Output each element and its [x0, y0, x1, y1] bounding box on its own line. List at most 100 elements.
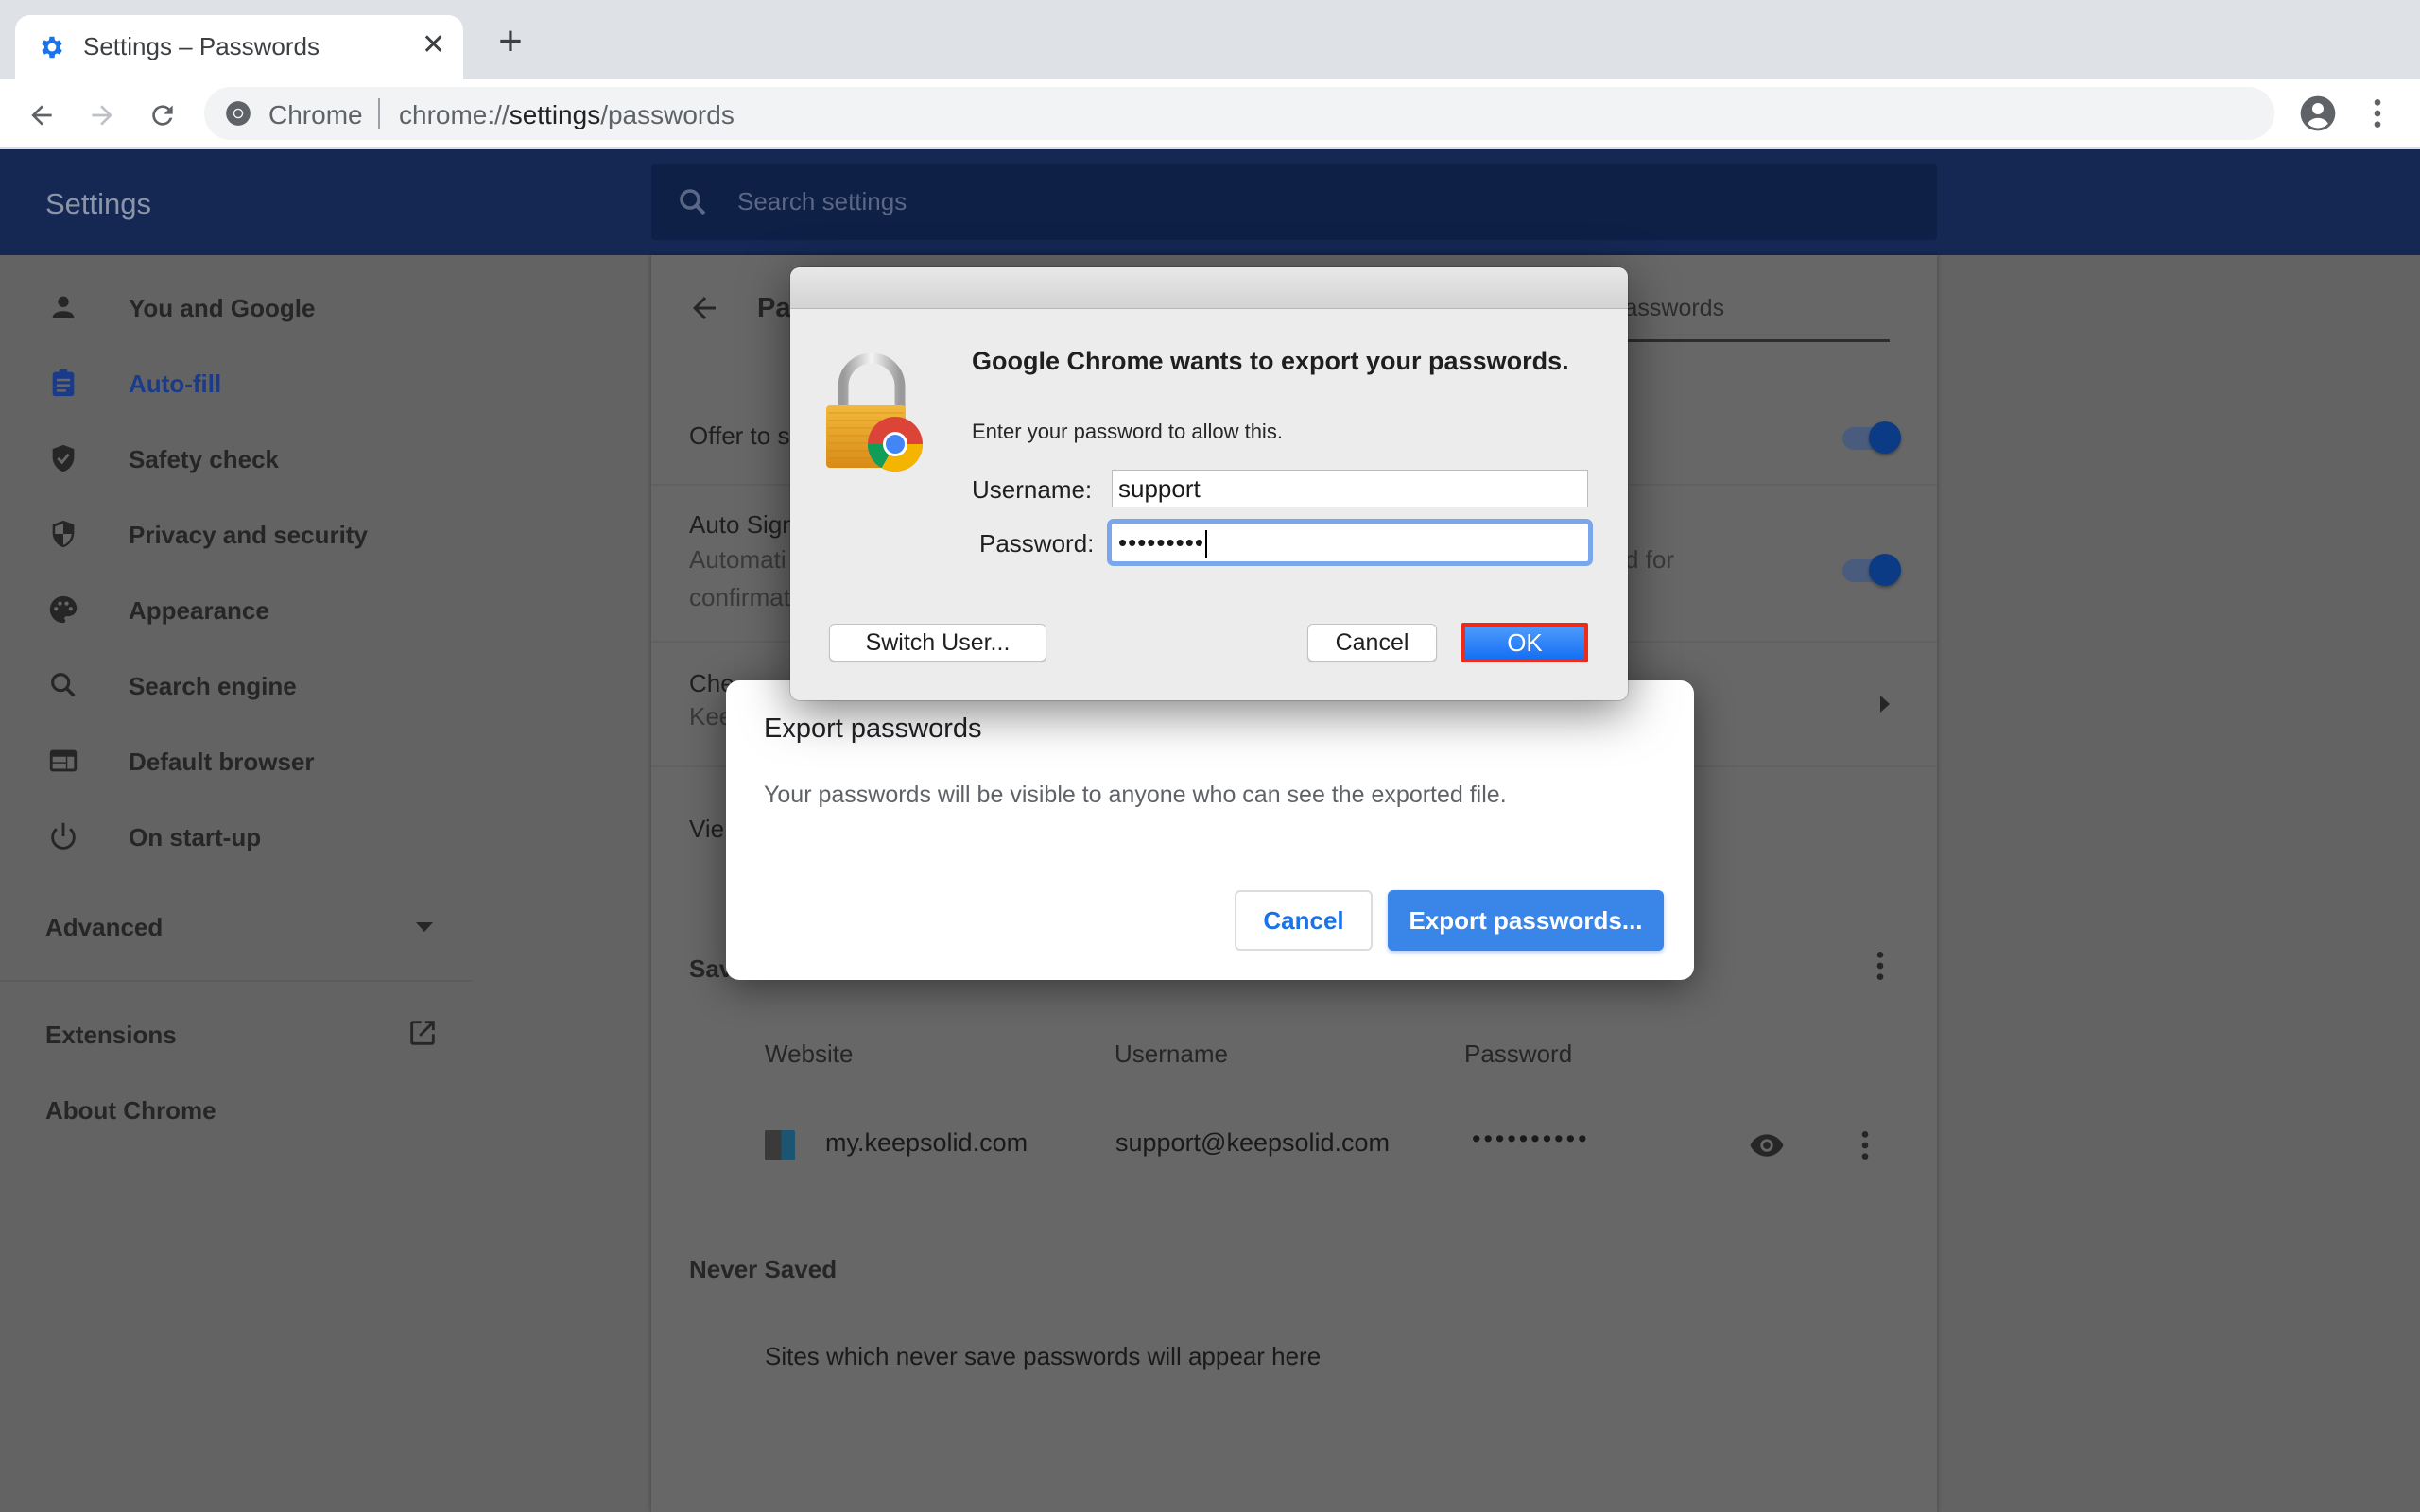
- column-header-username: Username: [1115, 1040, 1228, 1068]
- search-icon: [680, 189, 706, 215]
- sidebar-item-extensions[interactable]: Extensions: [0, 1005, 473, 1062]
- dialog-titlebar[interactable]: [790, 267, 1628, 309]
- sidebar-advanced-toggle[interactable]: Advanced: [0, 898, 473, 954]
- sidebar-item-label: Search engine: [129, 672, 297, 700]
- auto-signin-desc-tail: d for: [1625, 545, 1675, 574]
- never-saved-title: Never Saved: [689, 1255, 838, 1283]
- advanced-label: Advanced: [45, 913, 164, 941]
- offer-to-save-toggle[interactable]: [1842, 418, 1903, 455]
- site-chip: Chrome: [268, 100, 363, 129]
- settings-header: Settings Search settings: [0, 149, 2420, 255]
- chevron-right-icon: [1880, 696, 1890, 713]
- export-dialog-title: Export passwords: [764, 713, 982, 744]
- saved-website: my.keepsolid.com: [825, 1128, 1028, 1157]
- sidebar-item-autofill[interactable]: Auto-fill: [0, 354, 473, 411]
- auth-dialog-subtext: Enter your password to allow this.: [972, 420, 1283, 443]
- password-field[interactable]: •••••••••: [1107, 519, 1593, 566]
- gear-icon: [42, 36, 62, 59]
- lock-chrome-icon: [826, 352, 923, 472]
- export-passwords-button[interactable]: Export passwords...: [1388, 890, 1664, 951]
- password-row-menu-icon[interactable]: [1856, 1126, 1875, 1164]
- shield-check-icon: [52, 444, 75, 472]
- sidebar-item-about-chrome[interactable]: About Chrome: [0, 1081, 473, 1138]
- forward-button[interactable]: [83, 96, 121, 134]
- settings-title: Settings: [45, 187, 152, 220]
- browser-window-icon: [49, 749, 78, 772]
- macos-auth-dialog: Google Chrome wants to export your passw…: [790, 267, 1628, 700]
- toggle-knob: [1869, 421, 1901, 454]
- sidebar-item-search-engine[interactable]: Search engine: [0, 657, 473, 713]
- arrow-left-icon: [31, 105, 52, 126]
- reload-icon: [152, 105, 173, 126]
- back-button[interactable]: [23, 96, 60, 134]
- reload-button[interactable]: [144, 96, 182, 134]
- about-chrome-label: About Chrome: [45, 1096, 216, 1125]
- offer-to-save-label: Offer to s: [689, 421, 790, 450]
- search-icon: [51, 673, 76, 697]
- sidebar-item-label: Auto-fill: [129, 369, 222, 398]
- page-title: Pa: [757, 293, 791, 323]
- sidebar-item-appearance[interactable]: Appearance: [0, 581, 473, 638]
- tab-strip: Settings – Passwords ✕ +: [0, 0, 2420, 79]
- sidebar-item-label: Privacy and security: [129, 521, 368, 549]
- new-tab-button[interactable]: +: [492, 21, 529, 62]
- chrome-logo-icon: [226, 101, 251, 126]
- username-field[interactable]: support: [1112, 470, 1588, 507]
- sidebar-item-privacy-security[interactable]: Privacy and security: [0, 506, 473, 562]
- show-password-eye-icon[interactable]: [1748, 1126, 1786, 1164]
- close-tab-icon[interactable]: ✕: [422, 28, 445, 61]
- auto-signin-desc-2: confirmat: [689, 583, 790, 611]
- tab-title: Settings – Passwords: [83, 32, 320, 60]
- caret-down-icon: [416, 922, 433, 932]
- sidebar-item-safety-check[interactable]: Safety check: [0, 430, 473, 487]
- auto-signin-toggle[interactable]: [1842, 550, 1903, 588]
- view-label: Vie: [689, 815, 725, 843]
- site-favicon: [765, 1130, 795, 1160]
- url-host: settings: [509, 100, 601, 129]
- password-mask: •••••••••: [1118, 528, 1204, 557]
- tab-settings-passwords[interactable]: Settings – Passwords ✕: [15, 15, 463, 79]
- auto-signin-label: Auto Sign: [689, 510, 796, 539]
- export-passwords-dialog: Export passwords Your passwords will be …: [726, 680, 1694, 980]
- export-cancel-button[interactable]: Cancel: [1235, 890, 1373, 951]
- profile-avatar-icon[interactable]: [2299, 94, 2337, 132]
- switch-user-button[interactable]: Switch User...: [829, 624, 1046, 662]
- url-scheme: chrome://: [399, 100, 510, 129]
- auth-dialog-heading: Google Chrome wants to export your passw…: [972, 347, 1569, 375]
- url-path: /passwords: [600, 100, 735, 129]
- address-bar[interactable]: Chrome chrome://settings/passwords: [204, 87, 2274, 140]
- sidebar-item-you-and-google[interactable]: You and Google: [0, 279, 473, 335]
- person-icon: [52, 296, 75, 318]
- sidebar-item-label: On start-up: [129, 823, 262, 851]
- saved-passwords-menu-icon[interactable]: [1871, 947, 1890, 985]
- arrow-right-icon: [92, 105, 112, 126]
- sidebar: You and Google Auto-fill Safety check Pr…: [0, 255, 473, 1512]
- username-label: Username:: [972, 475, 1093, 504]
- kebab-menu-icon[interactable]: [2363, 94, 2392, 132]
- auth-cancel-button[interactable]: Cancel: [1307, 624, 1437, 662]
- search-placeholder: Search settings: [737, 187, 908, 215]
- sidebar-item-label: Safety check: [129, 445, 279, 473]
- sidebar-item-default-browser[interactable]: Default browser: [0, 732, 473, 789]
- sidebar-divider: [0, 980, 473, 982]
- column-header-website: Website: [765, 1040, 854, 1068]
- search-settings-input[interactable]: Search settings: [651, 164, 1937, 240]
- auth-ok-button[interactable]: OK: [1461, 623, 1588, 662]
- extensions-label: Extensions: [45, 1021, 177, 1049]
- password-label: Password:: [979, 529, 1095, 558]
- external-link-icon: [410, 1021, 435, 1045]
- sidebar-item-on-startup[interactable]: On start-up: [0, 808, 473, 865]
- palette-icon: [49, 595, 78, 624]
- power-icon: [51, 822, 76, 850]
- column-header-password: Password: [1464, 1040, 1573, 1068]
- sidebar-item-label: Appearance: [129, 596, 269, 625]
- saved-password-mask: ••••••••••: [1472, 1125, 1590, 1153]
- browser-toolbar: Chrome chrome://settings/passwords: [0, 79, 2420, 149]
- saved-username: support@keepsolid.com: [1115, 1128, 1391, 1157]
- omnibox-separator: [378, 98, 380, 129]
- back-arrow-icon[interactable]: [687, 291, 721, 325]
- sidebar-item-label: You and Google: [129, 294, 316, 322]
- text-caret: [1204, 530, 1207, 559]
- never-saved-empty-text: Sites which never save passwords will ap…: [765, 1342, 1322, 1370]
- clipboard-icon: [52, 369, 75, 397]
